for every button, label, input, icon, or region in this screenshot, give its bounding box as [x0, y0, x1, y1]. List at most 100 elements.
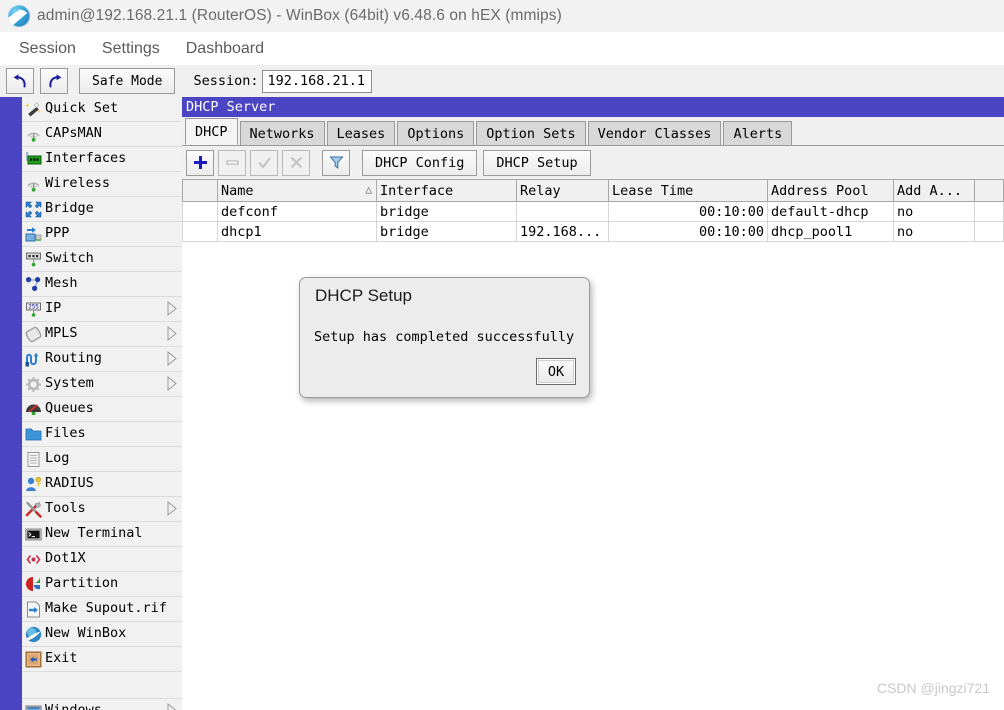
sidebar-item-windows[interactable]: Windows — [22, 699, 182, 710]
sidebar-item-make-supout[interactable]: Make Supout.rif — [22, 597, 182, 622]
sidebar-item-label: IP — [45, 300, 62, 317]
bridge-arrows-icon — [24, 200, 43, 219]
sidebar-item-label: Log — [45, 450, 70, 467]
add-button[interactable] — [186, 149, 214, 176]
user-key-icon — [24, 475, 43, 494]
column-header-relay[interactable]: Relay — [516, 179, 609, 202]
chevron-right-icon — [166, 375, 178, 396]
window-titlebar: admin@192.168.21.1 (RouterOS) - WinBox (… — [0, 0, 1004, 33]
sidebar-item-label: Queues — [45, 400, 94, 417]
magic-wand-icon — [24, 100, 43, 119]
sidebar-item-mesh[interactable]: Mesh — [22, 272, 182, 297]
window-title: admin@192.168.21.1 (RouterOS) - WinBox (… — [37, 7, 562, 24]
sidebar-item-wireless[interactable]: Wireless — [22, 172, 182, 197]
sidebar-item-routing[interactable]: Routing — [22, 347, 182, 372]
dialog-message: Setup has completed successfully — [314, 329, 575, 345]
sidebar-item-bridge[interactable]: Bridge — [22, 197, 182, 222]
sidebar-menu: Quick Set CAPsMAN Interfaces Wireless Br… — [22, 97, 183, 710]
sidebar-item-label: PPP — [45, 225, 70, 242]
sidebar-item-ip[interactable]: 255 IP — [22, 297, 182, 322]
chevron-right-icon — [166, 300, 178, 321]
menu-item-dashboard[interactable]: Dashboard — [175, 38, 275, 60]
sidebar-item-queues[interactable]: Queues — [22, 397, 182, 422]
remove-button[interactable] — [218, 149, 246, 176]
sidebar-item-label: Routing — [45, 350, 102, 367]
cell-add-arp: no — [893, 221, 975, 242]
tab-alerts[interactable]: Alerts — [723, 121, 793, 145]
dhcp-setup-button[interactable]: DHCP Setup — [483, 149, 591, 176]
antenna-icon — [24, 125, 43, 144]
table-row[interactable]: defconf bridge 00:10:00 default-dhcp no — [182, 201, 1004, 222]
tab-networks[interactable]: Networks — [239, 121, 325, 145]
tab-dhcp[interactable]: DHCP — [185, 118, 238, 145]
filter-button[interactable] — [322, 149, 350, 176]
cell-name: defconf — [217, 201, 377, 222]
gear-icon — [24, 375, 43, 394]
column-header-flag[interactable] — [182, 179, 218, 202]
antenna-icon — [24, 175, 43, 194]
cell-lease-time: 00:10:00 — [608, 221, 768, 242]
column-header-address-pool[interactable]: Address Pool — [767, 179, 894, 202]
sidebar-item-label: RADIUS — [45, 475, 94, 492]
undo-arrow-icon — [13, 73, 26, 87]
disable-button[interactable] — [282, 149, 310, 176]
tab-leases[interactable]: Leases — [326, 121, 396, 145]
chevron-right-icon — [166, 702, 178, 710]
svg-text:255: 255 — [28, 303, 39, 310]
sidebar-item-files[interactable]: Files — [22, 422, 182, 447]
ok-button[interactable]: OK — [536, 358, 576, 385]
sidebar-item-radius[interactable]: RADIUS — [22, 472, 182, 497]
column-header-add-arp[interactable]: Add A... — [893, 179, 975, 202]
tab-vendor-classes[interactable]: Vendor Classes — [587, 121, 722, 145]
dot1x-icon — [24, 550, 43, 569]
menu-item-session[interactable]: Session — [8, 38, 87, 60]
redo-arrow-icon — [48, 73, 61, 87]
enable-button[interactable] — [250, 149, 278, 176]
sidebar-item-quick-set[interactable]: Quick Set — [22, 97, 182, 122]
dhcp-servers-table: Name △ Interface Relay Lease Time Addres… — [182, 179, 1004, 242]
column-header-lease-time[interactable]: Lease Time — [608, 179, 768, 202]
session-input[interactable]: 192.168.21.1 — [262, 69, 373, 93]
redo-button[interactable] — [40, 68, 68, 94]
sidebar-item-ppp[interactable]: PPP — [22, 222, 182, 247]
dhcp-config-button[interactable]: DHCP Config — [362, 149, 478, 176]
sidebar-item-label: Make Supout.rif — [45, 600, 167, 617]
sidebar-item-new-terminal[interactable]: New Terminal — [22, 522, 182, 547]
sidebar-item-label: CAPsMAN — [45, 125, 102, 142]
column-header-interface[interactable]: Interface — [376, 179, 517, 202]
cell-name: dhcp1 — [217, 221, 377, 242]
folder-icon — [24, 425, 43, 444]
queues-gauge-icon — [24, 400, 43, 419]
mesh-nodes-icon — [24, 275, 43, 294]
sidebar-item-label: Interfaces — [45, 150, 127, 167]
tab-options[interactable]: Options — [397, 121, 475, 145]
sidebar-item-new-winbox[interactable]: New WinBox — [22, 622, 182, 647]
cell-lease-time: 00:10:00 — [608, 201, 768, 222]
undo-button[interactable] — [6, 68, 34, 94]
sidebar-item-partition[interactable]: Partition — [22, 572, 182, 597]
tab-option-sets[interactable]: Option Sets — [476, 121, 586, 145]
sidebar-item-dot1x[interactable]: Dot1X — [22, 547, 182, 572]
sidebar-item-label: Dot1X — [45, 550, 86, 567]
menu-item-settings[interactable]: Settings — [91, 38, 171, 60]
sidebar-item-label: Quick Set — [45, 100, 119, 117]
cell-relay — [516, 201, 609, 222]
column-header-name[interactable]: Name △ — [217, 179, 377, 202]
column-header-name-label: Name — [221, 182, 254, 199]
table-row[interactable]: dhcp1 bridge 192.168... 00:10:00 dhcp_po… — [182, 221, 1004, 242]
sidebar-item-switch[interactable]: Switch — [22, 247, 182, 272]
sidebar-item-system[interactable]: System — [22, 372, 182, 397]
cell-relay: 192.168... — [516, 221, 609, 242]
cell-flag — [182, 221, 218, 242]
watermark-text: CSDN @jingzi721 — [876, 680, 990, 696]
sidebar-item-capsman[interactable]: CAPsMAN — [22, 122, 182, 147]
cross-icon — [290, 156, 302, 169]
column-header-extra[interactable] — [974, 179, 1004, 202]
sidebar-item-mpls[interactable]: MPLS — [22, 322, 182, 347]
sidebar-item-tools[interactable]: Tools — [22, 497, 182, 522]
winbox-logo-icon — [24, 625, 43, 644]
sidebar-item-log[interactable]: Log — [22, 447, 182, 472]
sidebar-item-interfaces[interactable]: Interfaces — [22, 147, 182, 172]
safe-mode-button[interactable]: Safe Mode — [79, 68, 176, 94]
sidebar-item-exit[interactable]: Exit — [22, 647, 182, 672]
